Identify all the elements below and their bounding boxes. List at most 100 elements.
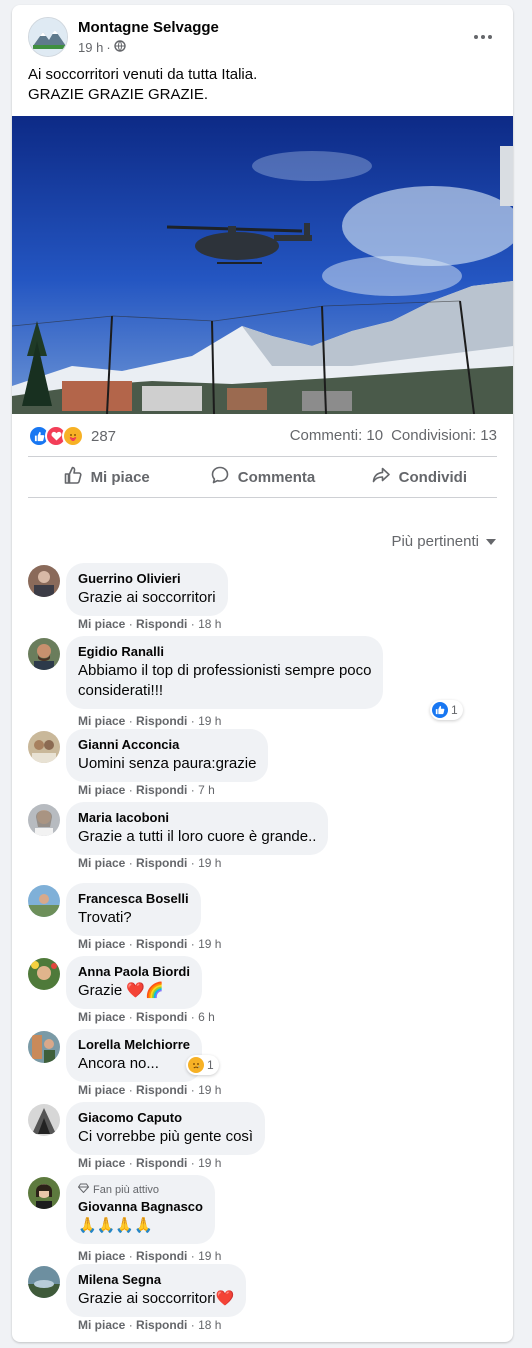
comment-author[interactable]: Maria Iacoboni — [78, 810, 316, 825]
comment-like-link[interactable]: Mi piace — [78, 1249, 125, 1263]
reaction-summary[interactable]: 287 — [28, 425, 116, 447]
sort-label: Più pertinenti — [391, 533, 479, 550]
comment-time[interactable]: 19 h — [198, 1156, 221, 1170]
avatar[interactable] — [28, 1104, 60, 1136]
comments-count-link[interactable]: Commenti: 10 — [290, 427, 383, 444]
avatar[interactable] — [28, 638, 60, 670]
comment-text: Grazie ai soccorritori❤️ — [78, 1289, 234, 1309]
comment-reply-link[interactable]: Rispondi — [136, 856, 187, 870]
like-button[interactable]: Mi piace — [28, 457, 184, 497]
share-button[interactable]: Condividi — [341, 457, 497, 497]
comment-like-link[interactable]: Mi piace — [78, 783, 125, 797]
comment-reactions[interactable]: 1 — [430, 700, 463, 720]
comment-reply-link[interactable]: Rispondi — [136, 1249, 187, 1263]
thumbs-up-icon — [63, 465, 83, 489]
avatar[interactable] — [28, 731, 60, 763]
avatar[interactable] — [28, 1177, 60, 1209]
avatar[interactable] — [28, 1266, 60, 1298]
more-horizontal-icon — [474, 26, 492, 44]
comment-button[interactable]: Commenta — [184, 457, 340, 497]
reaction-count: 287 — [91, 427, 117, 445]
comment-sort-dropdown[interactable]: Più pertinenti — [391, 533, 497, 550]
comment-like-link[interactable]: Mi piace — [78, 1010, 125, 1024]
shares-count-link[interactable]: Condivisioni: 13 — [391, 427, 497, 444]
top-fan-badge: Fan più attivo — [77, 1183, 203, 1196]
comment-actions: Mi piace · Rispondi · 19 h — [78, 937, 221, 951]
comment-like-link[interactable]: Mi piace — [78, 1083, 125, 1097]
comment-like-link[interactable]: Mi piace — [78, 617, 125, 631]
comment-author[interactable]: Giacomo Caputo — [78, 1110, 253, 1125]
top-fan-label: Fan più attivo — [93, 1183, 160, 1196]
comment-like-link[interactable]: Mi piace — [78, 1156, 125, 1170]
globe-icon[interactable] — [113, 40, 126, 55]
comment-reply-link[interactable]: Rispondi — [136, 783, 187, 797]
action-separator: · — [190, 937, 195, 951]
comment-reply-link[interactable]: Rispondi — [136, 1083, 187, 1097]
comment-like-link[interactable]: Mi piace — [78, 856, 125, 870]
action-separator: · — [190, 783, 195, 797]
comment-bubble: Guerrino Olivieri Grazie ai soccorritori — [66, 563, 228, 616]
comment-time[interactable]: 7 h — [198, 783, 215, 797]
comment-time[interactable]: 19 h — [198, 856, 221, 870]
avatar[interactable] — [28, 958, 60, 990]
comment-author[interactable]: Gianni Acconcia — [78, 737, 256, 752]
action-separator: · — [190, 1249, 195, 1263]
comment-time[interactable]: 18 h — [198, 617, 221, 631]
post-stats: 287 Commenti: 10 Condivisioni: 13 — [28, 425, 497, 447]
action-separator: · — [190, 617, 195, 631]
comment-text-line: Abbiamo il top di professionisti sempre … — [78, 662, 372, 679]
comment-reply-link[interactable]: Rispondi — [136, 714, 187, 728]
comment-like-link[interactable]: Mi piace — [78, 714, 125, 728]
comment-like-link[interactable]: Mi piace — [78, 937, 125, 951]
post-time[interactable]: 19 h — [78, 40, 103, 55]
comment-time[interactable]: 19 h — [198, 714, 221, 728]
avatar[interactable] — [28, 804, 60, 836]
comment-author[interactable]: Giovanna Bagnasco — [78, 1199, 203, 1214]
comment-reactions[interactable]: 1 — [186, 1055, 219, 1075]
comment-bubble: Francesca Boselli Trovati? — [66, 883, 201, 936]
comment-author[interactable]: Guerrino Olivieri — [78, 571, 216, 586]
comment-author[interactable]: Francesca Boselli — [78, 891, 189, 906]
avatar[interactable] — [28, 885, 60, 917]
post-photo[interactable] — [12, 116, 513, 414]
post-text: Ai soccorritori venuti da tutta Italia. … — [28, 65, 257, 105]
comment-reply-link[interactable]: Rispondi — [136, 937, 187, 951]
comment-reply-link[interactable]: Rispondi — [136, 617, 187, 631]
share-button-label: Condividi — [398, 468, 467, 486]
comment-actions: Mi piace · Rispondi · 7 h — [78, 783, 215, 797]
action-separator: · — [190, 714, 195, 728]
page-name[interactable]: Montagne Selvagge — [78, 19, 219, 36]
comment-like-link[interactable]: Mi piace — [78, 1318, 125, 1332]
comment-reply-link[interactable]: Rispondi — [136, 1318, 187, 1332]
comment-time[interactable]: 6 h — [198, 1010, 215, 1024]
more-options-button[interactable] — [469, 25, 497, 45]
comment-text: Ci vorrebbe più gente così — [78, 1128, 254, 1145]
like-button-label: Mi piace — [90, 468, 150, 486]
comment-reply-link[interactable]: Rispondi — [136, 1010, 187, 1024]
comment-time[interactable]: 19 h — [198, 1249, 221, 1263]
page-avatar[interactable] — [28, 17, 68, 57]
avatar[interactable] — [28, 565, 60, 597]
action-separator: · — [128, 1010, 133, 1024]
comment-author[interactable]: Anna Paola Biordi — [78, 964, 190, 979]
comment-author[interactable]: Egidio Ranalli — [78, 644, 371, 659]
comment-bubble: Maria Iacoboni Grazie a tutti il loro cu… — [66, 802, 329, 855]
action-separator: · — [128, 783, 133, 797]
comment-time[interactable]: 18 h — [198, 1318, 221, 1332]
comment-actions: Mi piace · Rispondi · 19 h — [78, 714, 221, 728]
action-separator: · — [128, 1249, 133, 1263]
comment-actions: Mi piace · Rispondi · 6 h — [78, 1010, 215, 1024]
action-separator: · — [128, 1083, 133, 1097]
comment-reply-link[interactable]: Rispondi — [136, 1156, 187, 1170]
comment-text: Grazie a tutti il loro cuore è grande.. — [78, 828, 317, 845]
avatar[interactable] — [28, 1031, 60, 1063]
comment-author[interactable]: Lorella Melchiorre — [78, 1037, 190, 1052]
comment-actions: Mi piace · Rispondi · 19 h — [78, 1249, 221, 1263]
action-separator: · — [128, 937, 133, 951]
comment-time[interactable]: 19 h — [198, 937, 221, 951]
diamond-icon — [77, 1183, 90, 1196]
action-separator: · — [190, 1156, 195, 1170]
comment-author[interactable]: Milena Segna — [78, 1272, 234, 1287]
comment-button-label: Commenta — [237, 468, 316, 486]
comment-time[interactable]: 19 h — [198, 1083, 221, 1097]
